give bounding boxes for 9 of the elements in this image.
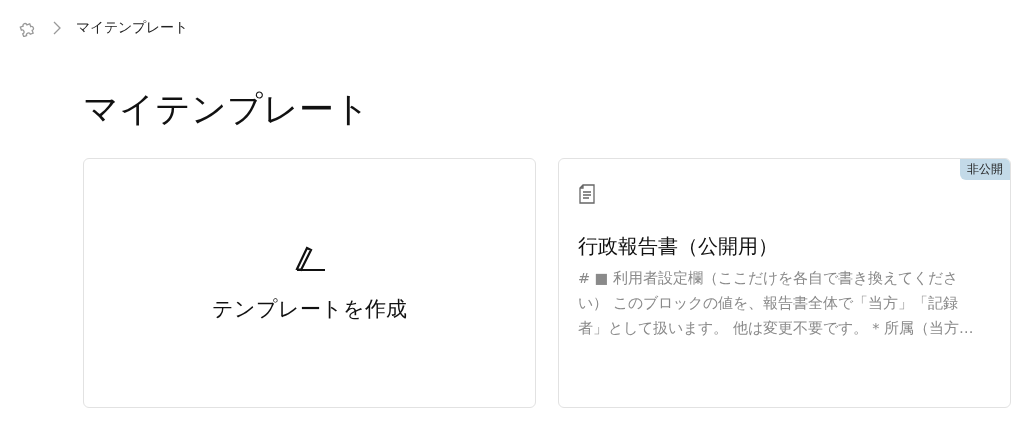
chevron-icon [52, 21, 62, 35]
page-title: マイテンプレート [83, 88, 370, 131]
create-template-card[interactable]: テンプレートを作成 [83, 158, 536, 408]
template-title: 行政報告書（公開用） [578, 233, 778, 260]
document-icon [578, 183, 596, 205]
template-description: # ■ 利用者設定欄（ここだけを各自で書き換えてください） このブロックの値を、報告書全体で「当方」「記録者」として扱います。 他は変更不要です。 * 所属（当方… [578, 269, 975, 338]
breadcrumb-item[interactable]: マイテンプレート [76, 19, 188, 37]
template-card[interactable]: 非公開 行政報告書（公開用） # ■ 利用者設定欄（ここだけを各自で書き換えてください） このブロックの値を、報告書全体で「当方」「記録者」として扱います。 他は変更不要です。 * 所属（当方… [558, 158, 1011, 408]
private-badge: 非公開 [960, 159, 1010, 180]
